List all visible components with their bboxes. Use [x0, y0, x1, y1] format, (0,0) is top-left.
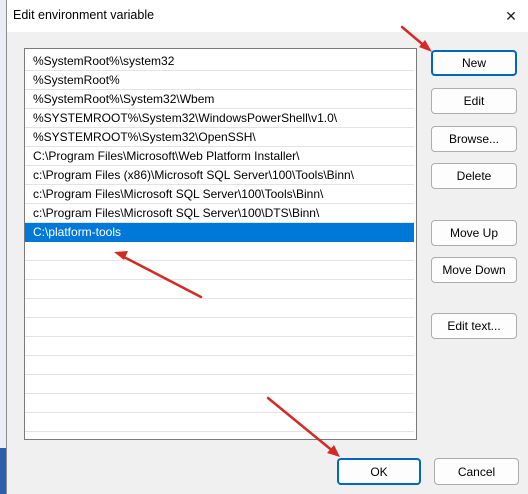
- list-item[interactable]: C:\Program Files\Microsoft\Web Platform …: [25, 147, 414, 166]
- list-item[interactable]: %SystemRoot%\System32\Wbem: [25, 90, 414, 109]
- empty-list-row[interactable]: [25, 318, 414, 337]
- edit-environment-variable-dialog: Edit environment variable ✕ %SystemRoot%…: [6, 0, 528, 494]
- empty-list-row[interactable]: [25, 261, 414, 280]
- list-item[interactable]: %SystemRoot%\system32: [25, 52, 414, 71]
- list-item[interactable]: %SYSTEMROOT%\System32\WindowsPowerShell\…: [25, 109, 414, 128]
- list-item[interactable]: %SystemRoot%: [25, 71, 414, 90]
- list-item[interactable]: c:\Program Files (x86)\Microsoft SQL Ser…: [25, 166, 414, 185]
- list-item[interactable]: c:\Program Files\Microsoft SQL Server\10…: [25, 185, 414, 204]
- move-up-button[interactable]: Move Up: [431, 220, 517, 246]
- move-down-button[interactable]: Move Down: [431, 257, 517, 283]
- ok-button[interactable]: OK: [337, 458, 421, 485]
- cancel-button[interactable]: Cancel: [434, 458, 519, 485]
- new-button[interactable]: New: [431, 50, 517, 76]
- edit-text-button[interactable]: Edit text...: [431, 313, 517, 339]
- close-button[interactable]: ✕: [497, 2, 525, 30]
- edit-button[interactable]: Edit: [431, 88, 517, 114]
- empty-list-row[interactable]: [25, 356, 414, 375]
- delete-button[interactable]: Delete: [431, 163, 517, 189]
- list-item[interactable]: %SYSTEMROOT%\System32\OpenSSH\: [25, 128, 414, 147]
- empty-list-row[interactable]: [25, 394, 414, 413]
- browse-button[interactable]: Browse...: [431, 126, 517, 152]
- list-item-selected[interactable]: C:\platform-tools: [25, 223, 414, 242]
- empty-list-row[interactable]: [25, 242, 414, 261]
- dialog-title: Edit environment variable: [13, 8, 155, 22]
- title-bar: Edit environment variable ✕: [7, 0, 528, 32]
- close-icon: ✕: [505, 7, 517, 24]
- empty-list-row[interactable]: [25, 280, 414, 299]
- empty-list-row[interactable]: [25, 413, 414, 432]
- path-list[interactable]: %SystemRoot%\system32 %SystemRoot% %System…: [24, 48, 417, 440]
- empty-list-row[interactable]: [25, 337, 414, 356]
- empty-list-row[interactable]: [25, 299, 414, 318]
- empty-list-row[interactable]: [25, 375, 414, 394]
- list-item[interactable]: c:\Program Files\Microsoft SQL Server\10…: [25, 204, 414, 223]
